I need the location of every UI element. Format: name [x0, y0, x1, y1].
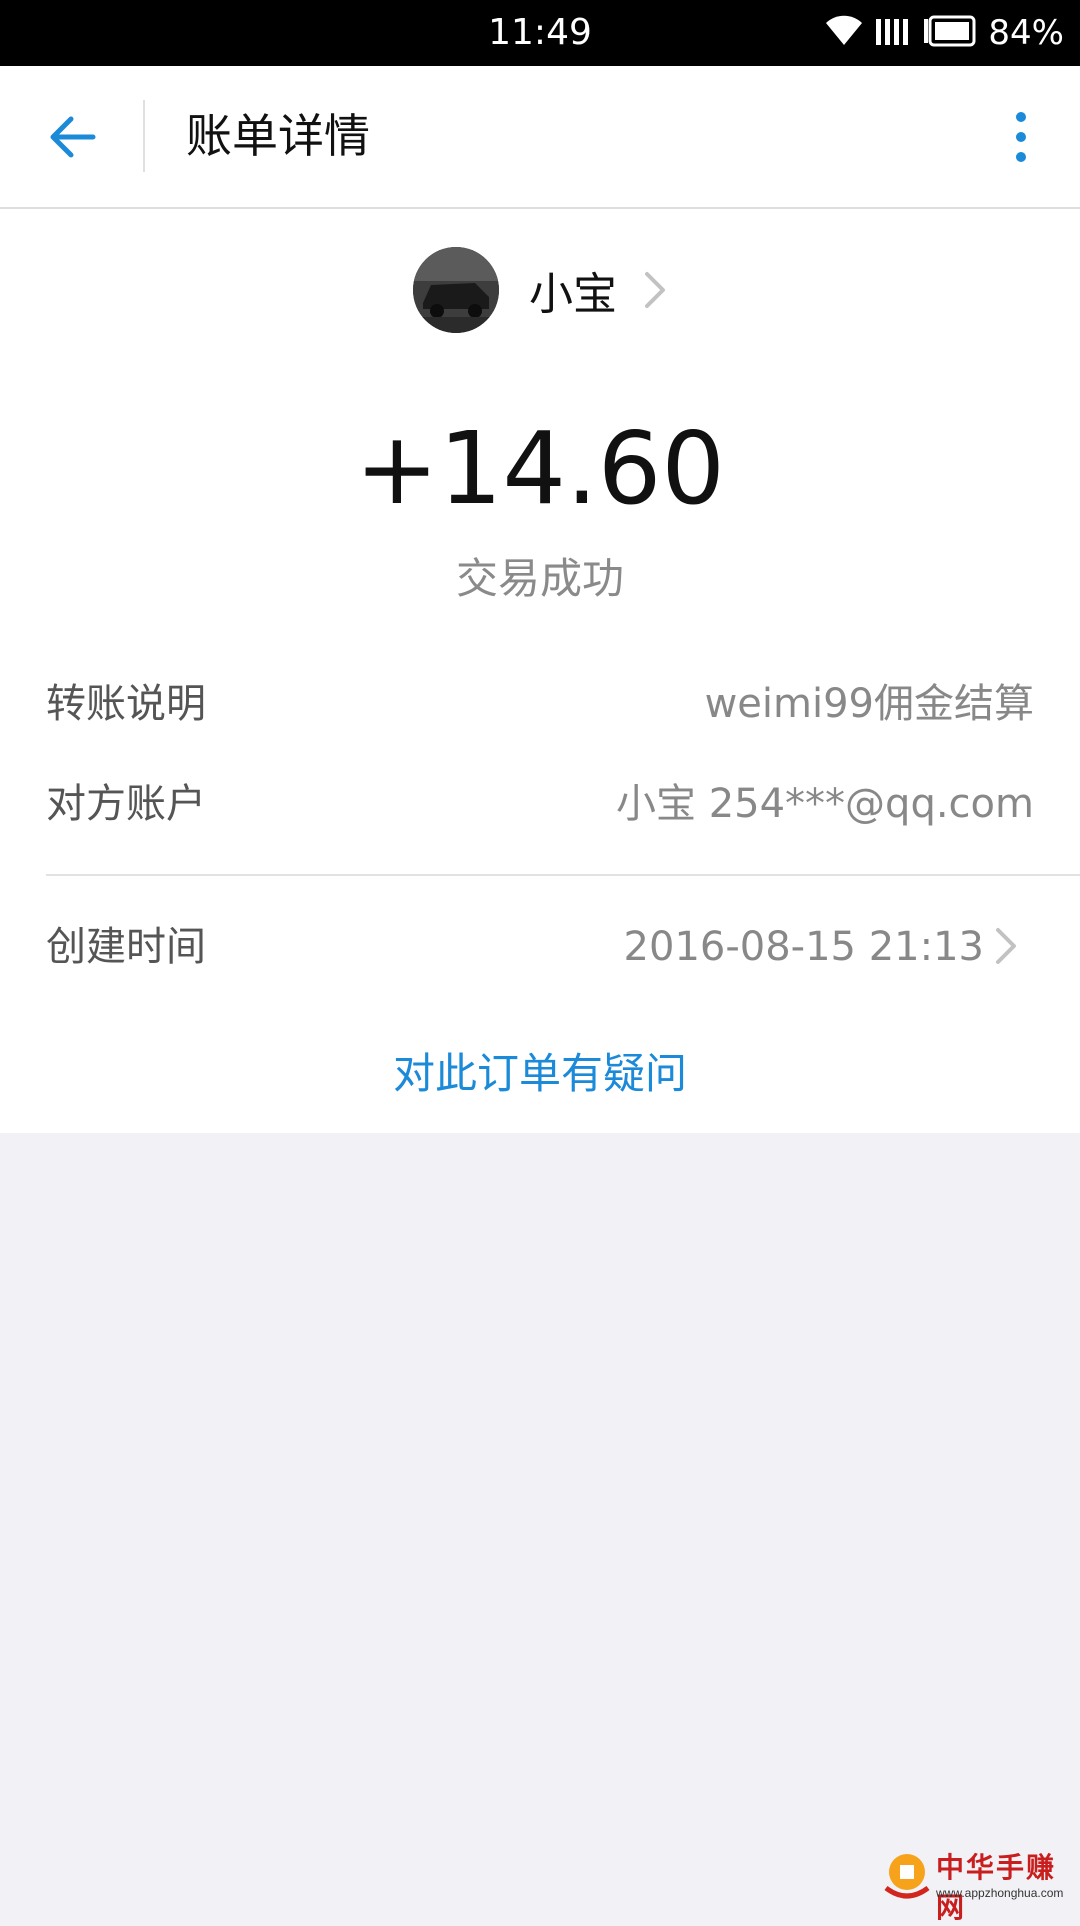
- detail-row-created-time[interactable]: 创建时间 2016-08-15 21:13: [46, 912, 1034, 982]
- avatar: [413, 247, 499, 333]
- watermark-logo-icon: [884, 1854, 930, 1899]
- detail-label: 转账说明: [46, 681, 206, 727]
- transaction-amount: +14.60: [354, 410, 726, 527]
- header-divider: [143, 100, 145, 172]
- detail-label: 创建时间: [46, 924, 206, 970]
- detail-value: 小宝 254***@qq.com: [616, 781, 1034, 827]
- payee-row[interactable]: 小宝: [0, 245, 1080, 335]
- detail-value: weimi99佣金结算: [704, 681, 1034, 727]
- car-photo-avatar: [413, 247, 499, 333]
- bill-detail-card: 小宝 +14.60 交易成功 转账说明 weimi99佣金结算 对方账户 小宝 …: [0, 209, 1080, 1133]
- status-bar: 11:49 84%: [0, 0, 1080, 66]
- back-button[interactable]: [38, 102, 108, 172]
- more-vertical-icon: [1016, 112, 1026, 162]
- arrow-left-icon: [50, 116, 96, 158]
- watermark-url: www.appzhonghua.com: [936, 1886, 1064, 1900]
- battery-icon: [922, 15, 978, 51]
- wifi-icon: [824, 15, 864, 51]
- status-icons: 84%: [824, 0, 1064, 66]
- signal-icon: [874, 15, 912, 51]
- detail-value: 2016-08-15 21:13: [623, 924, 984, 970]
- payee-name: 小宝: [529, 269, 617, 320]
- app-header: 账单详情: [0, 66, 1080, 209]
- detail-row-note: 转账说明 weimi99佣金结算: [46, 669, 1034, 739]
- chevron-right-icon: [643, 270, 667, 310]
- more-options-button[interactable]: [986, 102, 1056, 172]
- watermark: 中华手赚网 www.appzhonghua.com: [876, 1844, 1076, 1924]
- divider: [46, 874, 1080, 876]
- page-title: 账单详情: [186, 109, 370, 163]
- order-question-link[interactable]: 对此订单有疑问: [0, 1044, 1080, 1104]
- detail-row-account: 对方账户 小宝 254***@qq.com: [46, 769, 1034, 839]
- chevron-right-icon: [994, 926, 1034, 966]
- battery-percent: 84%: [988, 13, 1064, 53]
- transaction-status: 交易成功: [455, 554, 624, 603]
- detail-label: 对方账户: [46, 781, 206, 827]
